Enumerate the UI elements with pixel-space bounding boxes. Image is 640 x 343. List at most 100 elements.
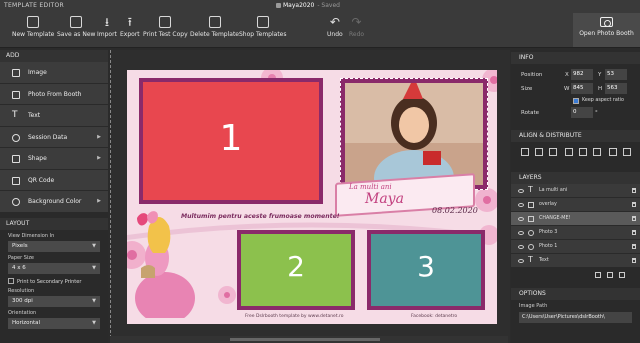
photo-slot-2[interactable]: 2 xyxy=(237,230,355,310)
align-middle-icon[interactable] xyxy=(579,148,587,156)
export-button[interactable]: ⭱ Export xyxy=(120,16,140,38)
greeting-text[interactable]: La multi ani xyxy=(349,183,392,191)
photo-slot-1[interactable]: 1 xyxy=(139,78,323,204)
add-text-button[interactable]: T Text xyxy=(0,105,108,127)
x-position-input[interactable]: 982 xyxy=(571,69,593,80)
saved-status: - Saved xyxy=(317,2,340,9)
align-top-icon[interactable] xyxy=(565,148,573,156)
thanks-text[interactable]: Multumim pentru aceste frumoase momente! xyxy=(181,213,340,220)
keep-aspect-row[interactable]: Keep aspect ratio xyxy=(511,96,640,106)
add-qr-code-button[interactable]: QR Code xyxy=(0,169,108,191)
document-title: Maya2020- Saved xyxy=(283,2,340,9)
chevron-right-icon: ▶ xyxy=(97,155,101,161)
add-image-button[interactable]: Image xyxy=(0,62,108,84)
document-icon xyxy=(276,3,281,8)
gear-icon xyxy=(12,133,20,142)
chevron-down-icon: ▼ xyxy=(92,264,96,271)
lock-icon[interactable] xyxy=(632,244,636,249)
new-template-button[interactable]: New Template xyxy=(12,16,54,38)
eye-icon[interactable] xyxy=(518,217,524,221)
keep-aspect-label: Keep aspect ratio xyxy=(582,98,624,103)
eye-icon[interactable] xyxy=(518,259,524,263)
eye-icon[interactable] xyxy=(518,245,524,249)
align-bottom-icon[interactable] xyxy=(593,148,601,156)
canvas-ruler xyxy=(110,50,112,343)
keep-aspect-checkbox[interactable] xyxy=(573,98,579,104)
chevron-down-icon: ▼ xyxy=(92,319,96,326)
paper-size-select[interactable]: 4 x 6 ▼ xyxy=(8,262,100,274)
import-button[interactable]: ⭳ Import xyxy=(97,16,117,38)
palette-icon xyxy=(12,198,20,206)
layout-panel-header: LAYOUT xyxy=(0,217,108,230)
resolution-label: Resolution xyxy=(8,287,35,294)
add-shape-button[interactable]: Shape ▶ xyxy=(0,148,108,170)
open-photo-booth-button[interactable]: Open Photo Booth xyxy=(573,13,640,47)
layer-item[interactable]: T La multi ani xyxy=(511,184,640,198)
photo-slot-3[interactable]: 3 xyxy=(367,230,485,310)
layer-item[interactable]: T Text xyxy=(511,254,640,268)
delete-layer-icon[interactable] xyxy=(619,272,625,278)
y-position-input[interactable]: 53 xyxy=(605,69,627,80)
width-input[interactable]: 845 xyxy=(571,83,593,94)
scrollbar-thumb[interactable] xyxy=(230,338,380,341)
y-label: Y xyxy=(598,72,602,78)
save-as-new-button[interactable]: Save as New xyxy=(57,16,95,38)
add-photo-from-booth-button[interactable]: Photo From Booth xyxy=(0,83,108,105)
title-bar: TEMPLATE EDITOR Maya2020- Saved xyxy=(0,0,640,12)
horizontal-scrollbar[interactable] xyxy=(110,336,508,343)
footer-left-text[interactable]: Free Dslrbooth template by www.detanet.r… xyxy=(245,314,344,319)
w-label: W xyxy=(564,86,570,92)
lock-icon[interactable] xyxy=(632,216,636,221)
secondary-printer-checkbox[interactable]: Print to Secondary Printer xyxy=(8,277,100,285)
layer-item[interactable]: overlay xyxy=(511,198,640,212)
lock-icon[interactable] xyxy=(632,188,636,193)
lock-icon[interactable] xyxy=(632,202,636,207)
import-icon: ⭳ xyxy=(104,15,110,29)
footer-right-text[interactable]: Facebook: detanetro xyxy=(411,314,457,319)
height-input[interactable]: 563 xyxy=(605,83,627,94)
date-text[interactable]: 08.02.2020 xyxy=(432,206,478,215)
chevron-right-icon: ▶ xyxy=(97,198,101,204)
camera-icon xyxy=(12,90,20,99)
add-session-data-button[interactable]: Session Data ▶ xyxy=(0,126,108,148)
lock-icon[interactable] xyxy=(632,258,636,263)
image-path-label: Image Path xyxy=(519,303,548,309)
lock-icon[interactable] xyxy=(632,230,636,235)
eye-icon[interactable] xyxy=(518,231,524,235)
delete-template-button[interactable]: Delete Template xyxy=(190,16,239,38)
new-file-icon xyxy=(27,16,40,28)
align-buttons-row xyxy=(511,142,640,164)
position-label: Position xyxy=(521,72,543,78)
checkbox-icon xyxy=(8,277,14,284)
duplicate-icon[interactable] xyxy=(607,272,613,278)
add-background-color-button[interactable]: Background Color ▶ xyxy=(0,191,108,213)
eye-icon[interactable] xyxy=(518,189,524,193)
layer-item[interactable]: Photo 1 xyxy=(511,240,640,254)
view-dimension-select[interactable]: Pixels ▼ xyxy=(8,240,100,252)
template-canvas[interactable]: 1 La multi ani Maya 08.02.2020 Multumim … xyxy=(127,70,497,324)
orientation-select[interactable]: Horizontal ▼ xyxy=(8,317,100,329)
rotate-input[interactable]: 0 xyxy=(571,107,593,118)
eye-icon[interactable] xyxy=(518,203,524,207)
align-center-icon[interactable] xyxy=(535,148,543,156)
distribute-vertical-icon[interactable] xyxy=(623,148,631,156)
image-path-input[interactable]: C:\Users\User\Pictures\dslrBooth\ xyxy=(519,312,632,323)
lock-all-icon[interactable] xyxy=(595,272,601,278)
print-test-copy-button[interactable]: Print Test Copy xyxy=(143,16,188,38)
size-label: Size xyxy=(521,86,533,92)
toolbar: New Template Save as New ⭳ Import ⭱ Expo… xyxy=(0,12,640,48)
align-right-icon[interactable] xyxy=(549,148,557,156)
text-icon: T xyxy=(528,255,533,264)
shop-templates-button[interactable]: Shop Templates xyxy=(239,16,287,38)
redo-button[interactable]: ↷ Redo xyxy=(349,16,364,38)
undo-button[interactable]: ↶ Undo xyxy=(327,16,343,38)
layer-item-selected[interactable]: CHANGE-ME! xyxy=(511,212,640,226)
child-name-text[interactable]: Maya xyxy=(365,191,404,207)
layer-item[interactable]: Photo 3 xyxy=(511,226,640,240)
distribute-horizontal-icon[interactable] xyxy=(609,148,617,156)
resolution-select[interactable]: 300 dpi ▼ xyxy=(8,295,100,307)
align-left-icon[interactable] xyxy=(521,148,529,156)
align-panel-header: ALIGN & DISTRIBUTE xyxy=(511,130,640,142)
right-panel: INFO Position X 982 Y 53 Size W 845 H 56… xyxy=(511,50,640,343)
add-panel-header: ADD xyxy=(0,50,108,62)
